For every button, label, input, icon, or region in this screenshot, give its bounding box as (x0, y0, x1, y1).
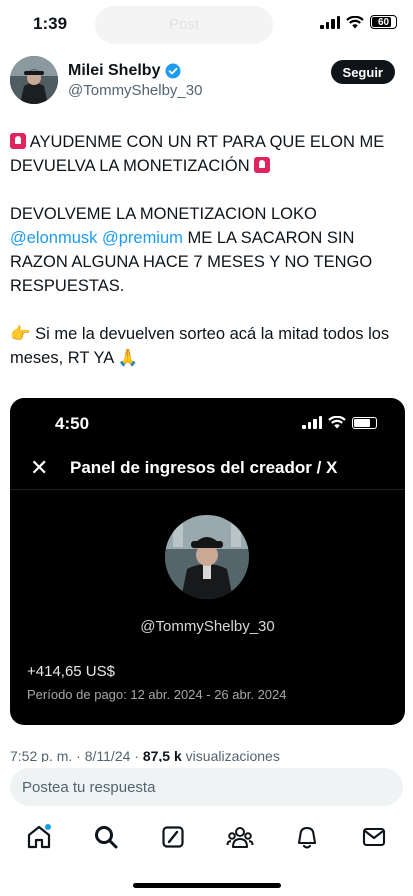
embed-handle: @TommyShelby_30 (140, 618, 275, 635)
embed-signal-icon (302, 416, 322, 429)
tab-communities[interactable] (220, 817, 260, 857)
battery-level: 60 (377, 16, 390, 28)
tweet-paragraph-3: 👉 Si me la devuelven sorteo acá la mitad… (10, 322, 406, 370)
home-indicator[interactable] (133, 883, 281, 888)
embed-wifi-icon (328, 416, 346, 429)
wifi-icon (346, 15, 364, 28)
embed-battery-icon (352, 416, 377, 429)
siren-emoji-icon (254, 157, 271, 173)
verified-badge-icon (165, 63, 181, 79)
embed-status-time: 4:50 (55, 414, 90, 433)
tweet-time: 7:52 p. m. (10, 748, 73, 762)
communities-icon (226, 827, 254, 848)
views-count[interactable]: 87,5 k (143, 748, 182, 762)
tab-home[interactable] (19, 817, 59, 857)
messages-icon (362, 827, 385, 847)
bottom-tab-bar (0, 816, 413, 858)
follow-button[interactable]: Seguir (330, 60, 395, 84)
embed-avatar (165, 515, 249, 599)
tweet-date: 8/11/24 (84, 748, 131, 762)
mention-elonmusk[interactable]: @elonmusk (10, 229, 97, 247)
notifications-icon (297, 826, 316, 849)
tweet-meta: 7:52 p. m. · 8/11/24 · 87,5 k visualizac… (10, 748, 280, 762)
views-label: visualizaciones (185, 748, 280, 762)
author-name-row[interactable]: Milei Shelby (68, 62, 181, 80)
ghost-header-label: Post (168, 16, 199, 33)
status-icons: 60 (320, 15, 397, 29)
signal-icon (320, 15, 340, 29)
tweet-paragraph-2: DEVOLVEME LA MONETIZACION LOKO @elonmusk… (10, 202, 406, 298)
tweet-text: AYUDENME CON UN RT PARA QUE ELON ME DEVU… (10, 130, 406, 394)
author-handle[interactable]: @TommyShelby_30 (68, 82, 202, 99)
search-icon (95, 826, 118, 849)
close-icon: ✕ (30, 455, 49, 480)
tweet-author: Milei Shelby @TommyShelby_30 Seguir (10, 56, 403, 106)
status-bar: 1:39 Post 60 (0, 0, 413, 50)
tweet-line-1: AYUDENME CON UN RT PARA QUE ELON ME DEVU… (10, 133, 385, 175)
embed-amount: +414,65 US$ (27, 663, 115, 680)
tweet-line-3: Si me la devuelven sorteo acá la mitad t… (10, 325, 390, 367)
praying-hands-emoji-icon: 🙏 (117, 348, 139, 367)
embed-title: Panel de ingresos del creador / X (70, 458, 338, 477)
ghost-header: Post (95, 6, 273, 44)
pointing-hand-emoji-icon: 👉 (10, 324, 31, 343)
tab-search[interactable] (86, 817, 126, 857)
avatar[interactable] (10, 56, 58, 104)
grok-icon (162, 826, 184, 848)
author-name[interactable]: Milei Shelby (68, 62, 160, 80)
reply-placeholder: Postea tu respuesta (22, 778, 156, 796)
embed-period: Período de pago: 12 abr. 2024 - 26 abr. … (27, 687, 287, 702)
tweet-line-2-pre: DEVOLVEME LA MONETIZACION LOKO (10, 205, 317, 223)
reply-input[interactable]: Postea tu respuesta (10, 768, 403, 806)
tab-grok[interactable] (153, 817, 193, 857)
tweet-image[interactable]: 4:50 ✕ Panel de ingresos del creador / X… (10, 398, 405, 725)
siren-emoji-icon (10, 133, 26, 149)
tweet-paragraph-1: AYUDENME CON UN RT PARA QUE ELON ME DEVU… (10, 130, 406, 178)
embed-header: ✕ Panel de ingresos del creador / X (10, 446, 405, 490)
mention-premium[interactable]: @premium (102, 229, 183, 247)
battery-icon: 60 (370, 15, 397, 29)
tab-notifications[interactable] (287, 817, 327, 857)
status-time: 1:39 (33, 14, 68, 33)
tab-messages[interactable] (354, 817, 394, 857)
embed-status-icons (302, 416, 377, 429)
